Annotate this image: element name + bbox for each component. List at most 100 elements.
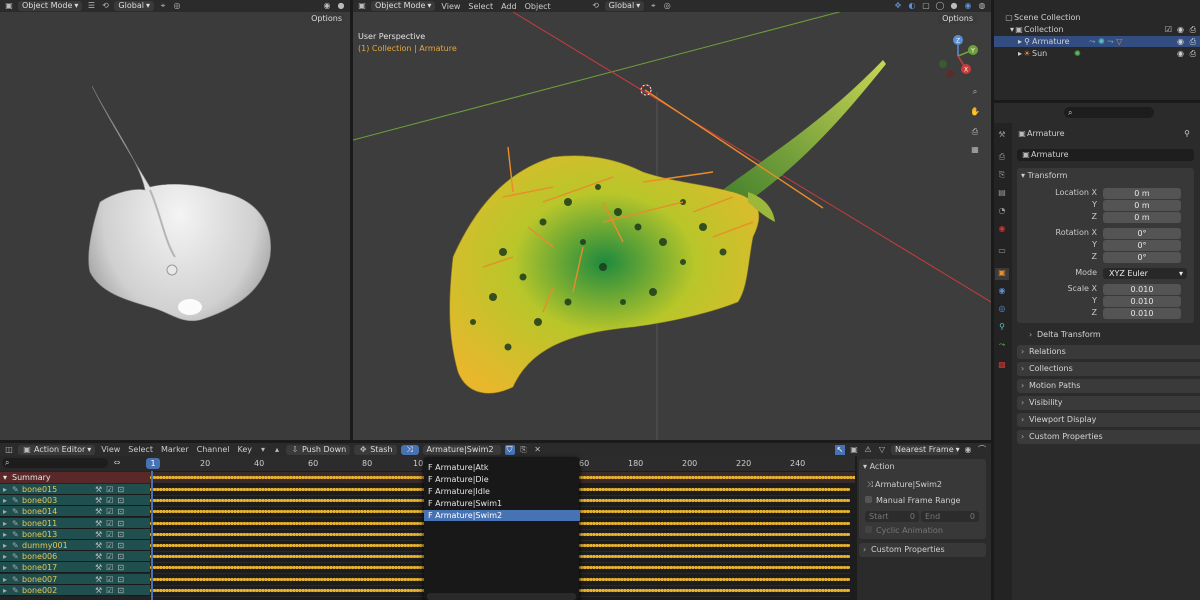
main-mode-dropdown[interactable]: Object Mode ▾	[371, 1, 436, 11]
expand-icon[interactable]: ▾	[3, 472, 7, 483]
pin-icon[interactable]: ⚲	[1184, 128, 1190, 139]
channel-row[interactable]: ▸ ✎ bone003 ⚒☑⊡	[0, 495, 150, 507]
select-cursor-icon[interactable]: ↖	[835, 444, 845, 455]
start-field[interactable]: Start 0	[865, 511, 919, 522]
left-mode-dropdown[interactable]: Object Mode ▾	[18, 1, 83, 11]
snap-icon[interactable]: ⌖	[158, 1, 168, 11]
summary-row[interactable]: ▾ Summary	[0, 472, 150, 483]
expand-icon[interactable]: ▸	[3, 484, 7, 495]
channel-row[interactable]: ▸ ✎ bone006 ⚒☑⊡	[0, 551, 150, 563]
visibility-section[interactable]: Visibility	[1017, 396, 1200, 410]
visibility-icon[interactable]: ◉	[322, 1, 332, 11]
current-frame-indicator[interactable]: 1	[146, 458, 160, 469]
channel-toggle-icons[interactable]: ⚒☑⊡	[95, 484, 128, 495]
outliner-row-collection[interactable]: ▾▣Collection ☑ ◉ ⎙	[994, 24, 1200, 35]
properties-search[interactable]: ⌕	[1064, 107, 1154, 118]
eye-icon[interactable]: ◉	[1177, 24, 1184, 35]
end-field[interactable]: End 0	[921, 511, 979, 522]
rotation-mode-dropdown[interactable]: XYZ Euler ▾	[1103, 268, 1187, 279]
proportional-icon[interactable]: ◎	[662, 1, 672, 11]
push-down-button[interactable]: ⇩ Push Down	[285, 444, 351, 455]
zoom-icon[interactable]: ⌕	[970, 87, 980, 97]
editor-type-icon[interactable]: ▣	[357, 1, 367, 11]
menu-select[interactable]: Select	[126, 445, 155, 454]
manual-frame-checkbox[interactable]	[865, 496, 872, 503]
dopesheet-icon[interactable]: ◫	[4, 445, 14, 455]
view-layer-tab-icon[interactable]: ▤	[995, 188, 1009, 200]
orientation-icon[interactable]: ⟲	[100, 1, 110, 11]
menu-key[interactable]: Key	[235, 445, 254, 454]
orientation-icon[interactable]: ⟲	[591, 1, 601, 11]
rotation-z-field[interactable]: 0°	[1103, 252, 1181, 263]
channel-toggle-icons[interactable]: ⚒☑⊡	[95, 585, 128, 596]
rotation-y-field[interactable]: 0°	[1103, 240, 1181, 251]
gizmo-toggle-icon[interactable]: ✥	[893, 1, 903, 11]
falloff-icon[interactable]: ⌒	[977, 445, 987, 455]
solid-shading-icon[interactable]: ●	[949, 1, 959, 11]
data-tab-icon[interactable]: ⚲	[995, 322, 1009, 334]
channel-row[interactable]: ▸ ✎ bone014 ⚒☑⊡	[0, 506, 150, 518]
camera-restrict-icon[interactable]: ⎙	[1190, 48, 1196, 59]
layer-up-icon[interactable]: ▾	[258, 445, 268, 455]
left-transform-dropdown[interactable]: Global ▾	[114, 1, 154, 11]
outliner-row-sun[interactable]: ▸☀Sun ✺ ◉ ⎙	[994, 48, 1200, 59]
main-transform-dropdown[interactable]: Global ▾	[604, 1, 645, 11]
xray-icon[interactable]: ▢	[921, 1, 931, 11]
channel-toggle-icons[interactable]: ⚒☑⊡	[95, 551, 128, 562]
custom-properties-section[interactable]: Custom Properties	[1017, 430, 1200, 444]
texture-tab-icon[interactable]: ▩	[995, 360, 1009, 372]
viewport-display-section[interactable]: Viewport Display	[1017, 413, 1200, 427]
render-tab-icon[interactable]: ⎙	[995, 152, 1009, 164]
cyclic-checkbox[interactable]	[865, 526, 872, 533]
channel-toggle-icons[interactable]: ⚒☑⊡	[95, 518, 128, 529]
material-shading-icon[interactable]: ◉	[963, 1, 973, 11]
channel-toggle-icons[interactable]: ⚒☑⊡	[95, 540, 128, 551]
menu-view[interactable]: View	[99, 445, 122, 454]
show-errors-icon[interactable]: ⚠	[863, 445, 873, 455]
editor-mode-dropdown[interactable]: ▣ Action Editor ▾	[18, 444, 96, 455]
menu-icon[interactable]: ☰	[86, 1, 96, 11]
stash-button[interactable]: ✥ Stash	[354, 444, 397, 455]
bone-tab-icon[interactable]: ⤳	[995, 340, 1009, 352]
menu-marker[interactable]: Marker	[159, 445, 191, 454]
location-y-field[interactable]: 0 m	[1103, 200, 1181, 211]
tool-tab-icon[interactable]: ⚒	[995, 130, 1009, 142]
menu-view[interactable]: View	[439, 2, 462, 11]
channel-row[interactable]: ▸ ✎ bone015 ⚒☑⊡	[0, 484, 150, 495]
location-z-field[interactable]: 0 m	[1103, 212, 1181, 223]
unlink-action-icon[interactable]: ✕	[533, 445, 543, 455]
menu-channel[interactable]: Channel	[195, 445, 232, 454]
scale-z-field[interactable]: 0.010	[1103, 308, 1181, 319]
transform-header[interactable]: ▾ Transform	[1021, 170, 1067, 182]
location-x-field[interactable]: 0 m	[1103, 188, 1181, 199]
menu-object[interactable]: Object	[523, 2, 553, 11]
delta-transform-section[interactable]: › Delta Transform	[1017, 328, 1194, 342]
channel-row[interactable]: ▸ ✎ bone007 ⚒☑⊡	[0, 573, 150, 585]
channel-row[interactable]: ▸ ✎ bone017 ⚒☑⊡	[0, 562, 150, 574]
channel-row[interactable]: ▸ ✎ bone011 ⚒☑⊡	[0, 517, 150, 529]
action-item-idle[interactable]: F Armature|Idle	[424, 486, 580, 497]
menu-select[interactable]: Select	[466, 2, 495, 11]
only-selected-icon[interactable]: ▣	[849, 445, 859, 455]
snapping-dropdown[interactable]: Nearest Frame ▾	[891, 444, 960, 455]
main-viewport[interactable]: Options User Perspective (1) Collection …	[353, 12, 991, 440]
expand-icon[interactable]: ▸	[3, 495, 7, 506]
scale-x-field[interactable]: 0.010	[1103, 284, 1181, 295]
filter-icon[interactable]: ▽	[877, 445, 887, 455]
eye-icon[interactable]: ◉	[1177, 48, 1184, 59]
left-viewport[interactable]: Options	[0, 12, 350, 440]
expand-icon[interactable]: ▸	[3, 562, 7, 573]
menu-add[interactable]: Add	[499, 2, 519, 11]
expand-icon[interactable]: ▸	[3, 518, 7, 529]
channel-row[interactable]: ▸ ✎ bone002 ⚒☑⊡	[0, 584, 150, 596]
action-item-swim2[interactable]: F Armature|Swim2	[424, 510, 580, 521]
expand-icon[interactable]: ▸	[3, 540, 7, 551]
channel-row[interactable]: ▸ ✎ dummy001 ⚒☑⊡	[0, 540, 150, 551]
snap-icon[interactable]: ⌖	[648, 1, 658, 11]
new-action-icon[interactable]: ⎘	[519, 445, 529, 455]
swap-icon[interactable]: ⇔	[112, 458, 122, 468]
relations-section[interactable]: Relations	[1017, 345, 1200, 359]
rendered-shading-icon[interactable]: ◍	[977, 1, 987, 11]
rotation-x-field[interactable]: 0°	[1103, 228, 1181, 239]
editor-type-icon[interactable]: ▣	[4, 1, 14, 11]
